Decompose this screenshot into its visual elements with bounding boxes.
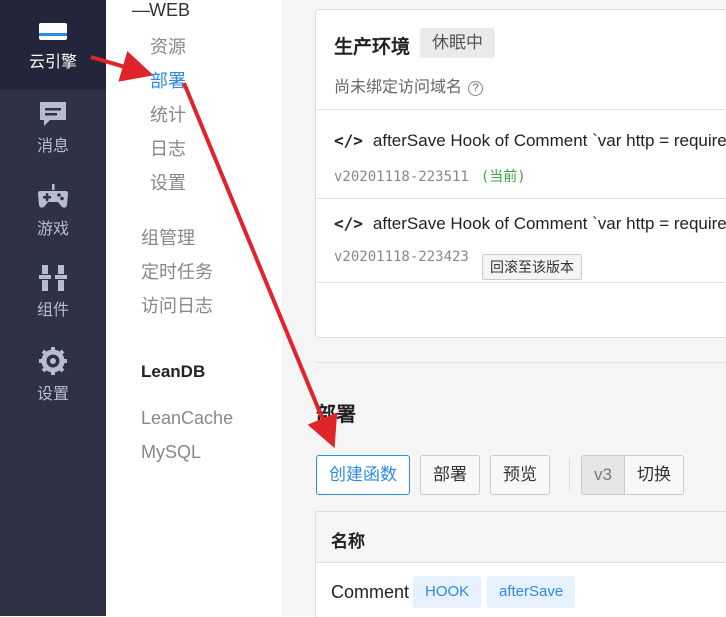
code-icon: </> <box>334 131 363 150</box>
nav-item-access-logs[interactable]: 访问日志 <box>141 292 213 318</box>
rail-item-components[interactable]: 组件 <box>0 264 106 334</box>
version-title: </> afterSave Hook of Comment `var http =… <box>334 131 726 151</box>
status-badge: 休眠中 <box>420 28 495 58</box>
create-function-button[interactable]: 创建函数 <box>316 455 410 495</box>
tag-hook: HOOK <box>413 576 482 608</box>
version-number: v20201118-223511 <box>334 169 469 185</box>
nav-item-stats[interactable]: 统计 <box>150 101 186 127</box>
rail-item-games[interactable]: 游戏 <box>0 183 106 253</box>
column-header-name: 名称 <box>331 532 365 551</box>
rail-label: 云引擎 <box>28 54 77 71</box>
rail-item-settings[interactable]: 设置 <box>0 346 106 416</box>
nav-item-resources[interactable]: 资源 <box>150 33 186 59</box>
secondary-nav: — WEB 资源 部署 统计 日志 设置 组管理 定时任务 访问日志 LeanD… <box>106 0 282 616</box>
divider <box>316 109 726 110</box>
nav-item-scheduled-tasks[interactable]: 定时任务 <box>141 258 213 284</box>
section-title-deploy: 部署 <box>316 404 356 426</box>
rollback-button[interactable]: 回滚至该版本 <box>482 254 582 280</box>
rail-item-cloud-engine[interactable]: 云引擎 <box>0 0 106 90</box>
tag-aftersave: afterSave <box>487 576 576 608</box>
rail-label: 组件 <box>36 302 69 319</box>
version-title: </> afterSave Hook of Comment `var http =… <box>334 214 726 234</box>
version-id: v20201118-223511 (当前) <box>334 166 526 186</box>
rail-label: 设置 <box>36 386 69 403</box>
code-icon: </> <box>334 214 363 233</box>
table-header: 名称 <box>316 512 726 563</box>
nav-group-web[interactable]: WEB <box>149 0 190 21</box>
nav-item-deploy[interactable]: 部署 <box>150 67 186 93</box>
version-number: v20201118-223423 <box>334 249 469 265</box>
gear-icon <box>0 346 106 376</box>
current-version-label: (当前) <box>480 169 526 185</box>
component-icon <box>0 264 106 292</box>
rail-label: 消息 <box>36 138 69 155</box>
section-divider <box>315 362 726 363</box>
cloud-engine-icon <box>0 20 106 44</box>
version-id: v20201118-223423 <box>334 249 469 265</box>
functions-table: 名称 Comment HOOK afterSave <box>315 511 726 617</box>
rail-item-messages[interactable]: 消息 <box>0 100 106 170</box>
divider <box>316 198 726 199</box>
nav-item-group-management[interactable]: 组管理 <box>141 224 195 250</box>
preview-button[interactable]: 预览 <box>490 455 550 495</box>
deploy-button[interactable]: 部署 <box>420 455 480 495</box>
message-icon <box>0 100 106 128</box>
main-content: 生产环境 休眠中 尚未绑定访问域名? </> afterSave Hook of … <box>282 0 726 617</box>
version-indicator: v3 <box>582 456 625 494</box>
divider <box>316 282 726 283</box>
nav-item-leancache[interactable]: LeanCache <box>141 408 233 429</box>
nav-item-logs[interactable]: 日志 <box>150 135 186 161</box>
version-description: afterSave Hook of Comment `var http = re… <box>372 214 726 233</box>
nav-item-settings[interactable]: 设置 <box>150 169 186 195</box>
version-description: afterSave Hook of Comment `var http = re… <box>372 131 726 150</box>
function-name[interactable]: Comment <box>331 582 409 603</box>
environment-title: 生产环境 <box>334 37 411 58</box>
gamepad-icon <box>0 183 106 211</box>
version-switcher: v3 切换 <box>581 455 684 495</box>
switch-button[interactable]: 切换 <box>624 456 683 494</box>
domain-status: 尚未绑定访问域名? <box>334 73 484 97</box>
environment-card: 生产环境 休眠中 尚未绑定访问域名? </> afterSave Hook of … <box>315 9 726 338</box>
collapse-icon[interactable]: — <box>132 0 150 21</box>
toolbar-separator <box>569 458 570 490</box>
nav-item-mysql[interactable]: MySQL <box>141 442 201 463</box>
rail-label: 游戏 <box>36 221 69 238</box>
app-rail: 云引擎 消息 游戏 组件 设置 <box>0 0 106 616</box>
nav-group-leandb: LeanDB <box>141 362 206 381</box>
help-icon[interactable]: ? <box>468 81 484 96</box>
domain-status-text: 尚未绑定访问域名 <box>334 79 463 96</box>
